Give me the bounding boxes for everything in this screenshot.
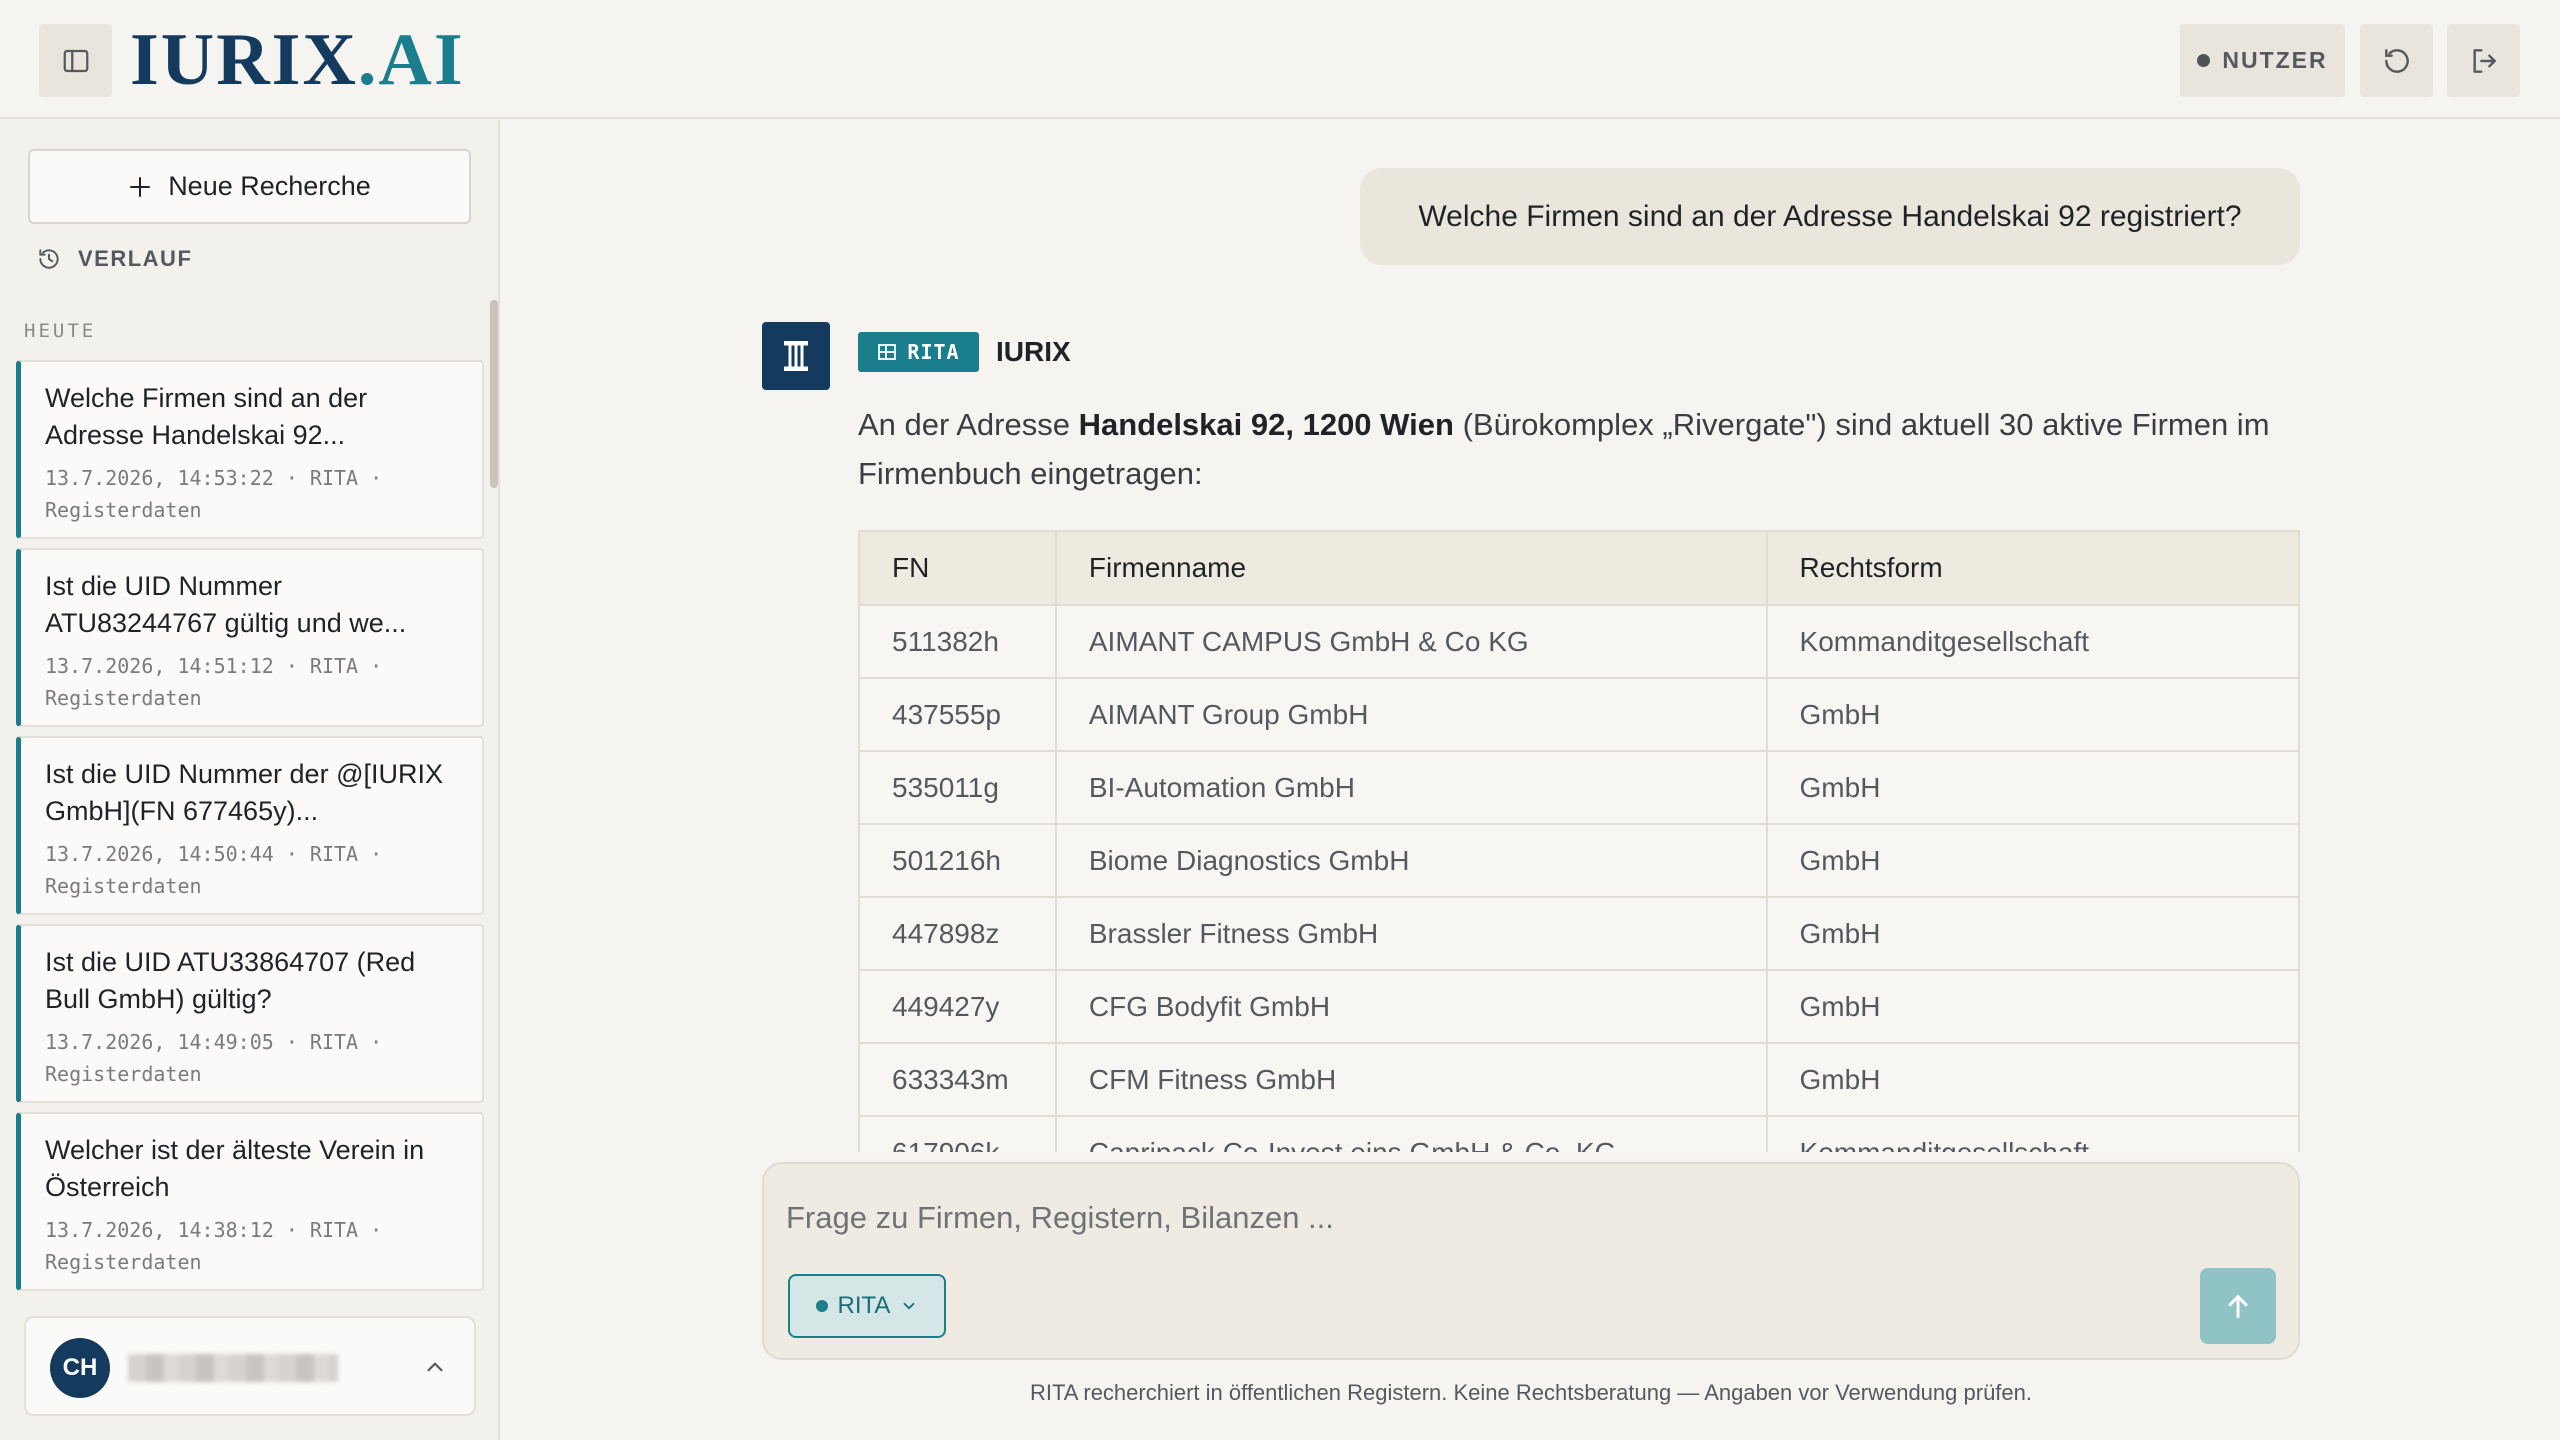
bot-avatar	[762, 322, 830, 390]
logo-text-suffix: .AI	[357, 19, 465, 101]
table-cell: BI-Automation GmbH	[1054, 750, 1768, 825]
redacted-user-name	[128, 1354, 338, 1382]
status-dot	[2197, 54, 2211, 67]
user-role-chip[interactable]: NUTZER	[2180, 24, 2345, 97]
message-composer: RITA	[762, 1162, 2300, 1360]
table-cell: GmbH	[1765, 750, 2300, 825]
table-row: 437555p AIMANT Group GmbH GmbH	[858, 677, 2300, 752]
table-cell: 449427y	[858, 969, 1057, 1044]
logout-icon	[2472, 48, 2496, 73]
footer-disclaimer: RITA recherchiert in öffentlichen Regist…	[1029, 1380, 2032, 1405]
table-cell: 511382h	[858, 604, 1057, 679]
bot-model-badge: RITA	[858, 332, 979, 372]
sidebar-toggle-icon	[63, 49, 88, 72]
question-input[interactable]	[786, 1190, 2086, 1246]
history-item[interactable]: Welche Firmen sind an der Adresse Handel…	[16, 360, 484, 539]
history-icon	[39, 249, 59, 269]
table-cell: 617906k	[858, 1115, 1057, 1152]
bot-model-badge-label: RITA	[907, 340, 960, 364]
table-cell: 633343m	[858, 1042, 1057, 1117]
new-research-button[interactable]: Neue Recherche	[28, 149, 471, 224]
model-selector-label: RITA	[837, 1292, 891, 1319]
column-header: Firmenname	[1054, 530, 1768, 606]
table-cell: GmbH	[1765, 1042, 2300, 1117]
app-logo: IURIX.AI	[130, 18, 465, 102]
address-highlight: Handelskai 92, 1200 Wien	[1078, 407, 1454, 442]
avatar: CH	[50, 1338, 110, 1398]
table-cell: 535011g	[858, 750, 1057, 825]
table-cell: GmbH	[1765, 823, 2300, 898]
sidebar-scrollbar[interactable]	[490, 300, 498, 488]
table-row: 617906k Capripack Co-Invest eins GmbH & C…	[858, 1115, 2300, 1152]
table-cell: Capripack Co-Invest eins GmbH & Co. KG	[1054, 1115, 1768, 1152]
sidebar-toggle-button[interactable]	[39, 24, 112, 97]
history-list: Welche Firmen sind an der Adresse Handel…	[16, 360, 484, 1410]
history-item[interactable]: Ist die UID Nummer ATU83244767 gültig un…	[16, 548, 484, 727]
table-cell: Brassler Fitness GmbH	[1054, 896, 1768, 971]
history-item-title: Ist die UID ATU33864707 (Red Bull GmbH) …	[45, 947, 416, 1014]
model-selector[interactable]: RITA	[788, 1274, 946, 1338]
column-icon	[784, 341, 808, 371]
section-label-today: HEUTE	[24, 320, 97, 342]
table-cell: AIMANT Group GmbH	[1054, 677, 1768, 752]
table-cell: Kommanditgesellschaft	[1765, 1115, 2300, 1152]
table-cell: CFG Bodyfit GmbH	[1054, 969, 1768, 1044]
history-header: VERLAUF	[36, 246, 192, 272]
table-header-row: FN Firmenname Rechtsform	[858, 530, 2300, 606]
bot-answer-text: An der Adresse Handelskai 92, 1200 Wien …	[858, 407, 2270, 491]
chevron-up-icon	[427, 1362, 443, 1372]
table-row: 447898z Brassler Fitness GmbH GmbH	[858, 896, 2300, 971]
table-row: 535011g BI-Automation GmbH GmbH	[858, 750, 2300, 825]
results-table: FN Firmenname Rechtsform 511382h AIMANT C…	[858, 530, 2300, 1152]
history-item-meta: 13.7.2026, 14:51:12 · RITA · Registerdate…	[45, 654, 383, 710]
reset-button[interactable]	[2360, 24, 2433, 97]
history-item-title: Welcher ist der älteste Verein in Österr…	[45, 1135, 425, 1202]
table-cell: GmbH	[1765, 969, 2300, 1044]
history-label: VERLAUF	[78, 246, 193, 271]
table-row: 633343m CFM Fitness GmbH GmbH	[858, 1042, 2300, 1117]
table-cell: 447898z	[858, 896, 1057, 971]
table-cell: CFM Fitness GmbH	[1054, 1042, 1768, 1117]
table-cell: 501216h	[858, 823, 1057, 898]
logout-button[interactable]	[2447, 24, 2520, 97]
table-cell: Kommanditgesellschaft	[1765, 604, 2300, 679]
table-row: 511382h AIMANT CAMPUS GmbH & Co KG Kommand…	[858, 604, 2300, 679]
results-table-container[interactable]: FN Firmenname Rechtsform 511382h AIMANT C…	[858, 530, 2300, 1152]
table-cell: GmbH	[1765, 896, 2300, 971]
history-item-meta: 13.7.2026, 14:49:05 · RITA · Registerdate…	[45, 1030, 383, 1086]
column-header: FN	[858, 530, 1057, 606]
history-item[interactable]: Welcher ist der älteste Verein in Österr…	[16, 1112, 484, 1291]
bot-name: IURIX	[996, 336, 1071, 367]
table-cell: AIMANT CAMPUS GmbH & Co KG	[1054, 604, 1768, 679]
history-item[interactable]: Ist die UID Nummer der @[IURIX GmbH](FN …	[16, 736, 484, 915]
new-research-label: Neue Recherche	[168, 171, 371, 201]
table-cell: 437555p	[858, 677, 1057, 752]
history-item-title: Welche Firmen sind an der Adresse Handel…	[45, 383, 368, 450]
table-cell: GmbH	[1765, 677, 2300, 752]
user-message: Welche Firmen sind an der Adresse Handel…	[1360, 168, 2300, 265]
send-button[interactable]	[2200, 1268, 2276, 1344]
history-item[interactable]: Ist die UID ATU33864707 (Red Bull GmbH) …	[16, 924, 484, 1103]
table-cell: Biome Diagnostics GmbH	[1054, 823, 1768, 898]
table-icon	[878, 344, 897, 360]
chevron-down-icon	[904, 1302, 915, 1310]
sidebar: Neue Recherche VERLAUF HEUTE Welche Firm…	[0, 120, 500, 1440]
history-item-meta: 13.7.2026, 14:53:22 · RITA · Registerdate…	[45, 466, 383, 522]
column-header: Rechtsform	[1765, 530, 2300, 606]
app-header: IURIX.AI NUTZER	[0, 0, 2560, 119]
history-item-meta: 13.7.2026, 14:38:12 · RITA · Registerdate…	[45, 1218, 383, 1274]
model-status-dot	[815, 1300, 828, 1312]
table-row: 449427y CFG Bodyfit GmbH GmbH	[858, 969, 2300, 1044]
refresh-icon	[2384, 48, 2409, 73]
history-item-title: Ist die UID Nummer der @[IURIX GmbH](FN …	[45, 759, 443, 826]
arrow-up-icon	[2228, 1295, 2248, 1319]
user-role-label: NUTZER	[2222, 47, 2328, 73]
history-item-title: Ist die UID Nummer ATU83244767 gültig un…	[45, 571, 407, 638]
logo-text-main: IURIX	[130, 19, 358, 101]
history-item-meta: 13.7.2026, 14:50:44 · RITA · Registerdate…	[45, 842, 383, 898]
profile-menu[interactable]: CH	[24, 1316, 476, 1416]
table-row: 501216h Biome Diagnostics GmbH GmbH	[858, 823, 2300, 898]
plus-icon	[130, 176, 151, 197]
